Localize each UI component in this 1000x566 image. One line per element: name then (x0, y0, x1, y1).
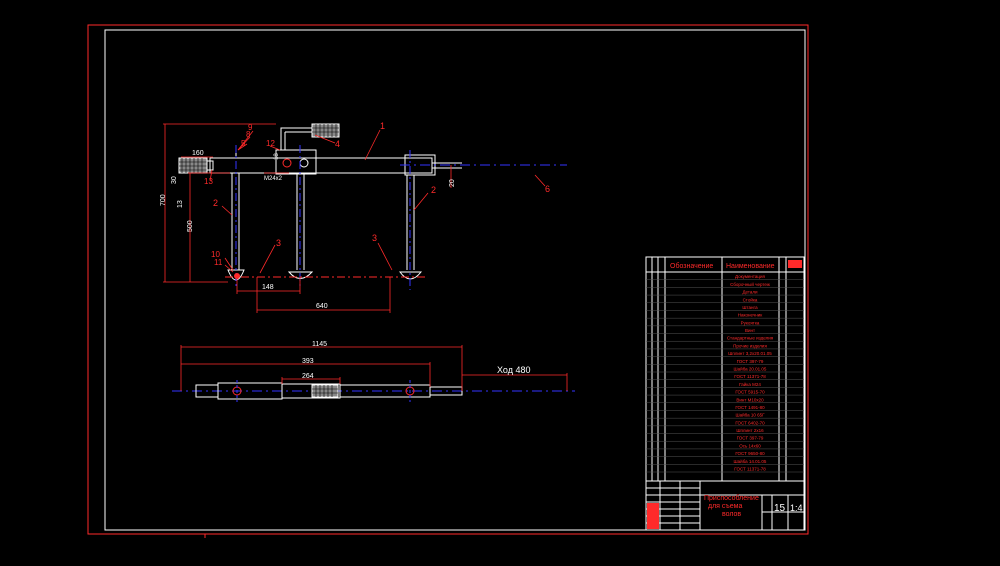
callout-13: 13 (204, 177, 213, 186)
callout-5: 5 (241, 139, 246, 148)
main-beam (209, 157, 433, 174)
dim-span: 640 (316, 303, 328, 310)
parts-row-name: Детали (742, 290, 758, 295)
parts-row-name: Рукоятка (741, 320, 760, 325)
callout-2a: 2 (213, 198, 218, 208)
dim-overall-length: 1145 (312, 341, 327, 348)
dim-pin-spacing: 148 (262, 284, 274, 291)
dim-grip-length: 264 (302, 373, 314, 380)
callout-3b: 3 (372, 233, 377, 243)
dim-stroke: Ход 480 (497, 365, 530, 375)
parts-row-name: Ось 14х60 (739, 443, 761, 448)
parts-row-name: ГОСТ 11371-78 (734, 374, 766, 379)
parts-row-name: Документация (735, 274, 766, 279)
right-column (399, 150, 423, 290)
parts-row-name: Шплинт 3,2х20.01.05 (728, 351, 772, 356)
parts-row-name: Сборочный чертеж (730, 281, 770, 287)
parts-row-name: Шайба 14.01.05 (734, 458, 767, 464)
title-scale: 1:4 (790, 503, 803, 513)
callout-leaders (209, 129, 546, 274)
parts-row-name: ГОСТ 397-79 (737, 436, 764, 441)
left-grip (178, 157, 208, 174)
callout-6: 6 (545, 184, 550, 194)
title-sheet: 15 (774, 503, 786, 514)
dim-small-dia: 13 (177, 200, 184, 208)
dim-length-2: 393 (302, 358, 314, 365)
parts-row-name: Стойка (743, 296, 758, 302)
parts-row-name: Шайба 20.01.05 (734, 366, 767, 372)
dim-thread: M24x2 (264, 176, 283, 182)
title-block-stamp (647, 503, 659, 529)
dim-end-dia: 20 (449, 179, 456, 187)
parts-row-name: Прочие изделия (733, 343, 767, 348)
parts-row-name: Наконечник (738, 313, 762, 318)
parts-header-mark (788, 260, 802, 268)
top-view-dimensions (163, 123, 452, 313)
parts-row-name: ГОСТ 6402-70 (735, 420, 765, 425)
callout-8: 8 (246, 130, 251, 139)
parts-rows: Документация Сборочный чертеж ДеталиСтойка… (646, 274, 804, 473)
side-view: 1145 393 264 Ход 480 (172, 341, 575, 402)
dim-hub-width: 160 (192, 150, 204, 157)
hub-pin-2 (299, 158, 309, 168)
parts-row-name: ГОСТ 5915-70 (735, 390, 765, 395)
dim-shaft-dia: 18 (274, 153, 280, 160)
inner-frame (104, 29, 806, 531)
parts-row-name: ГОСТ 11371-78 (734, 467, 766, 472)
callout-1: 1 (380, 121, 385, 131)
dim-grip-dia: 30 (171, 176, 178, 184)
parts-row-name: ГОСТ 1491-80 (735, 405, 765, 410)
dim-overall-height: 700 (160, 194, 167, 206)
top-view: 1 4 9 8 5 12 13 2 10 11 3 3 2 6 700 500 … (160, 121, 567, 313)
title-text: Приспособление для съема волов (704, 494, 761, 518)
parts-header-name: Наименование (726, 263, 775, 270)
callout-11: 11 (214, 258, 223, 267)
center-hub (275, 149, 317, 175)
parts-row-name: Винт (745, 328, 755, 333)
parts-row-name: Шплинт 2х16 (736, 428, 764, 433)
hub-pin (282, 158, 292, 168)
callout-2b: 2 (431, 185, 436, 195)
parts-header-designation: Обозначение (670, 262, 713, 270)
parts-row-name: Винт М10х20 (736, 397, 764, 402)
parts-row-name: ГОСТ 9650-80 (735, 451, 765, 456)
parts-row-name: Гайка М24 (739, 381, 761, 387)
parts-row-name: Стандартные изделия (727, 336, 774, 341)
drawing-sheet: 1 4 9 8 5 12 13 2 10 11 3 3 2 6 700 500 … (87, 24, 809, 538)
callout-12: 12 (266, 139, 275, 148)
parts-row-name: ГОСТ 397-79 (737, 359, 764, 364)
dim-column-height: 500 (187, 220, 194, 232)
callout-4: 4 (335, 139, 340, 149)
handle-arm (280, 127, 312, 150)
parts-row-name: Шайба 10 65Г (735, 412, 765, 418)
callout-3a: 3 (276, 238, 281, 248)
parts-row-name: Штанга (742, 305, 758, 310)
parts-list-table: Документация Сборочный чертеж ДеталиСтойка… (645, 256, 805, 482)
